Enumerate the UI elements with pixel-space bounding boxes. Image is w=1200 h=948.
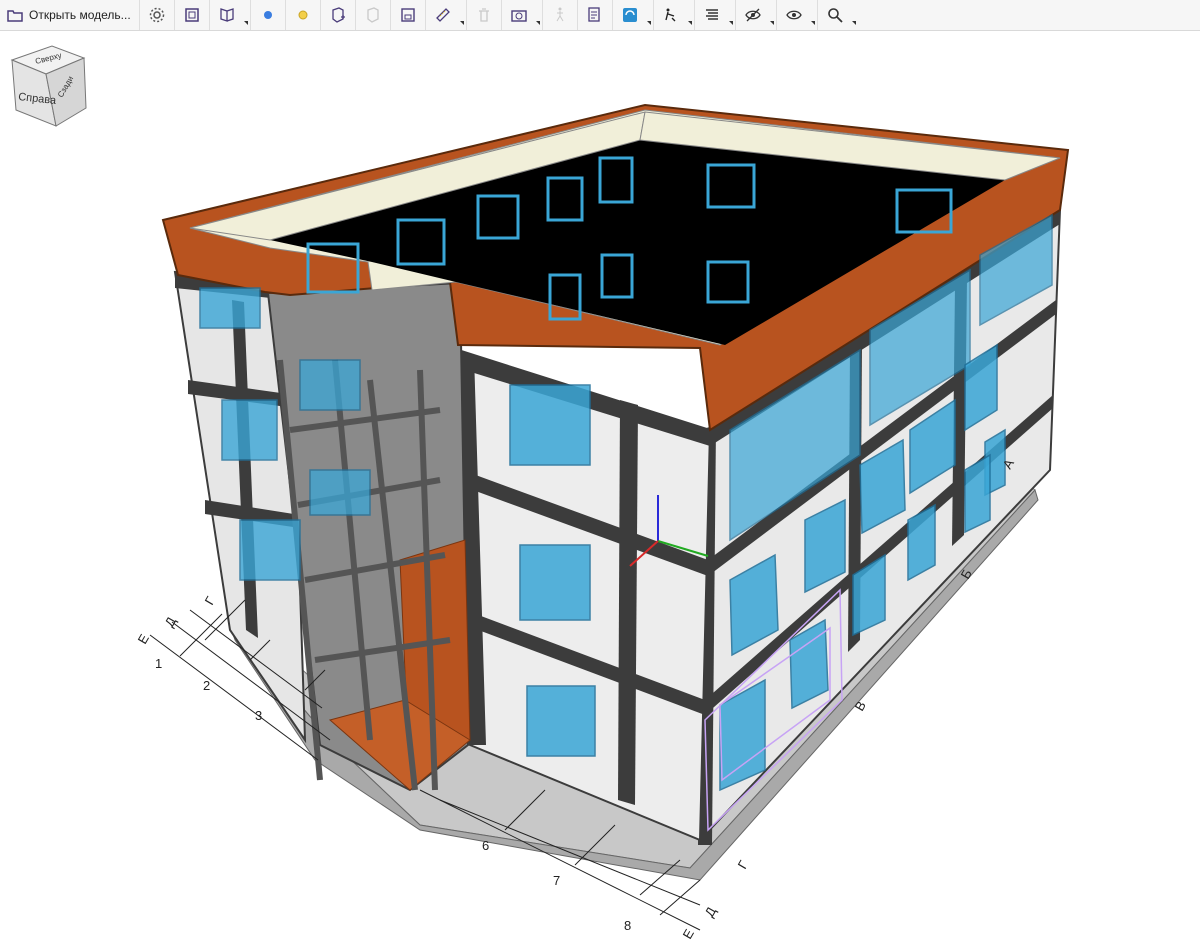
settings-button[interactable] (140, 0, 175, 30)
properties-button[interactable] (578, 0, 613, 30)
axis-label-8: 8 (624, 918, 631, 933)
delete-button[interactable] (467, 0, 502, 30)
list-icon (705, 9, 718, 20)
dropdown-arrow-icon (646, 21, 651, 25)
viewcube[interactable]: Справа Сверху Сзади (10, 45, 87, 127)
walk-button[interactable] (543, 0, 578, 30)
search-icon (827, 8, 843, 23)
explode-button[interactable] (654, 0, 695, 30)
add-object-button[interactable] (321, 0, 356, 30)
save-view-button[interactable] (391, 0, 426, 30)
dropdown-arrow-icon (810, 21, 815, 25)
model-canvas[interactable]: Справа Сверху Сзади 1 2 3 6 7 8 Г Д Е В … (0, 31, 1200, 943)
camera-button[interactable] (502, 0, 543, 30)
camera-icon (510, 10, 527, 22)
explode-icon (664, 8, 676, 22)
hide-icon (744, 8, 761, 22)
axis-label-G-left: Г (202, 594, 219, 608)
open-model-button[interactable]: Открыть модель... (0, 0, 140, 30)
delete-icon (478, 8, 489, 22)
dropdown-arrow-icon (535, 21, 540, 25)
section-plane-icon (220, 8, 234, 22)
axis-label-E-right: Е (680, 926, 697, 941)
hide-button[interactable] (736, 0, 777, 30)
save-view-icon (400, 8, 415, 22)
folder-icon (7, 10, 23, 22)
move-object-icon (367, 7, 379, 23)
move-object-button[interactable] (356, 0, 391, 30)
layers-icon (622, 8, 637, 22)
open-model-label: Открыть модель... (29, 8, 131, 22)
dropdown-arrow-icon (769, 21, 774, 25)
search-button[interactable] (818, 0, 858, 30)
axis-label-D-left: Д (162, 614, 179, 629)
dropdown-arrow-icon (728, 21, 733, 25)
walk-icon (556, 7, 564, 22)
layers-button[interactable] (613, 0, 654, 30)
axis-label-D-right: Д (702, 904, 719, 919)
properties-icon (588, 7, 600, 22)
3d-viewport[interactable]: Справа Сверху Сзади 1 2 3 6 7 8 Г Д Е В … (0, 31, 1200, 943)
axis-label-6: 6 (482, 838, 489, 853)
dropdown-arrow-icon (851, 21, 856, 25)
axis-label-2: 2 (203, 678, 210, 693)
axis-label-1: 1 (155, 656, 162, 671)
yellow-circle-icon (298, 10, 308, 20)
show-icon (785, 10, 802, 20)
measure-ruler-icon (435, 8, 450, 22)
axis-label-E-left: Е (135, 631, 152, 646)
measure-button[interactable] (426, 0, 467, 30)
axis-label-7: 7 (553, 873, 560, 888)
show-button[interactable] (777, 0, 818, 30)
settings-icon (149, 7, 164, 23)
axis-label-V: В (852, 698, 869, 713)
fit-view-icon (184, 8, 199, 22)
main-toolbar: Открыть модель... (0, 0, 1200, 31)
fit-view-button[interactable] (175, 0, 210, 30)
list-button[interactable] (695, 0, 736, 30)
blue-circle-button[interactable] (251, 0, 286, 30)
axis-label-G-right: Г (735, 858, 752, 872)
dropdown-arrow-icon (687, 21, 692, 25)
dropdown-arrow-icon (243, 21, 248, 25)
axis-label-3: 3 (255, 708, 262, 723)
section-plane-button[interactable] (210, 0, 251, 30)
dropdown-arrow-icon (459, 21, 464, 25)
blue-circle-icon (263, 11, 272, 19)
add-object-icon (332, 7, 345, 23)
yellow-circle-button[interactable] (286, 0, 321, 30)
